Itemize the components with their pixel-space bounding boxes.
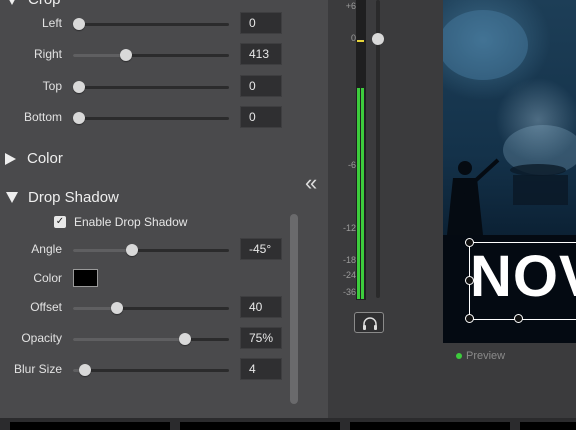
volume-slider-thumb[interactable] bbox=[372, 33, 384, 45]
section-color-title: Color bbox=[27, 150, 63, 167]
meter-scale-label: +6 bbox=[345, 1, 356, 11]
meter-scale-label: -18 bbox=[342, 255, 356, 265]
crop-top-row: Top 0 bbox=[0, 75, 328, 99]
level-meter-left-bar bbox=[357, 88, 360, 299]
crop-bottom-label: Bottom bbox=[23, 110, 62, 124]
shadow-offset-input[interactable]: 40 bbox=[240, 296, 282, 318]
preview-status: Preview bbox=[456, 350, 505, 362]
shadow-blur-row: Blur Size 4 bbox=[0, 358, 328, 382]
preview-status-label: Preview bbox=[466, 350, 506, 362]
collapse-panel-chevron-icon[interactable]: « bbox=[305, 172, 317, 194]
section-drop-shadow-header[interactable]: Drop Shadow bbox=[5, 189, 119, 206]
shadow-offset-slider[interactable] bbox=[73, 302, 229, 314]
section-drop-shadow-title: Drop Shadow bbox=[28, 189, 119, 206]
scene-thumbnail[interactable] bbox=[520, 422, 576, 430]
peak-indicator bbox=[357, 40, 364, 42]
shadow-opacity-input[interactable]: 75% bbox=[240, 327, 282, 349]
section-color-header[interactable]: Color bbox=[5, 150, 63, 167]
crop-top-slider[interactable] bbox=[73, 81, 229, 93]
crop-right-input[interactable]: 413 bbox=[240, 43, 282, 65]
shadow-color-swatch[interactable] bbox=[73, 269, 98, 287]
live-status-dot-icon bbox=[456, 353, 462, 359]
crop-left-label: Left bbox=[41, 16, 62, 30]
slider-thumb[interactable] bbox=[120, 49, 133, 61]
shadow-opacity-slider[interactable] bbox=[73, 333, 229, 345]
crop-top-label: Top bbox=[42, 79, 62, 93]
meter-scale-label: -36 bbox=[342, 287, 356, 297]
slider-thumb[interactable] bbox=[73, 18, 85, 30]
overlay-title-text[interactable]: NOV bbox=[470, 244, 576, 310]
inspector-scrollbar[interactable] bbox=[290, 214, 298, 404]
enable-drop-shadow-label[interactable]: Enable Drop Shadow bbox=[74, 215, 187, 229]
preview-canvas[interactable]: NOV bbox=[443, 0, 576, 343]
shadow-color-row: Color bbox=[0, 267, 328, 291]
crop-right-slider[interactable] bbox=[73, 49, 229, 61]
shadow-opacity-row: Opacity 75% bbox=[0, 327, 328, 351]
headphones-monitor-button[interactable] bbox=[354, 312, 384, 333]
shadow-angle-label: Angle bbox=[31, 242, 62, 256]
inspector-panel: Crop Left 0 Right 413 Top 0 Bottom 0 bbox=[0, 0, 328, 418]
section-crop-title: Crop bbox=[28, 0, 61, 8]
resize-handle[interactable] bbox=[465, 238, 474, 247]
slider-fill bbox=[73, 249, 133, 252]
resize-handle[interactable] bbox=[465, 276, 474, 285]
shadow-angle-row: Angle -45° bbox=[0, 238, 328, 262]
crop-left-input[interactable]: 0 bbox=[240, 12, 282, 34]
enable-drop-shadow-checkbox[interactable]: ✓ bbox=[54, 216, 66, 228]
scene-thumbnail[interactable] bbox=[350, 422, 510, 430]
crop-left-slider[interactable] bbox=[73, 18, 229, 30]
disclosure-triangle-closed-icon bbox=[5, 152, 16, 165]
meter-scale-label: -12 bbox=[342, 223, 356, 233]
slider-fill bbox=[73, 338, 186, 341]
disclosure-triangle-open-icon bbox=[6, 0, 18, 5]
scene-thumbnail-strip bbox=[0, 418, 576, 430]
shadow-blur-input[interactable]: 4 bbox=[240, 358, 282, 380]
shadow-opacity-label: Opacity bbox=[21, 331, 62, 345]
meter-scale-label: 0 bbox=[350, 33, 356, 43]
slider-thumb[interactable] bbox=[126, 244, 139, 256]
slider-thumb[interactable] bbox=[73, 81, 85, 93]
slider-thumb[interactable] bbox=[110, 302, 123, 314]
meter-scale-label: -24 bbox=[342, 270, 356, 280]
shadow-offset-label: Offset bbox=[30, 300, 62, 314]
meter-scale-label: -6 bbox=[347, 160, 356, 170]
crop-bottom-row: Bottom 0 bbox=[0, 106, 328, 130]
shadow-angle-input[interactable]: -45° bbox=[240, 238, 282, 260]
slider-fill bbox=[73, 54, 127, 57]
slider-thumb[interactable] bbox=[179, 333, 192, 345]
crop-left-row: Left 0 bbox=[0, 12, 328, 36]
crop-right-label: Right bbox=[33, 47, 62, 61]
section-crop-header[interactable]: Crop bbox=[5, 0, 61, 8]
slider-thumb[interactable] bbox=[79, 364, 92, 376]
shadow-color-label: Color bbox=[33, 271, 62, 285]
shadow-offset-row: Offset 40 bbox=[0, 296, 328, 320]
crop-bottom-slider[interactable] bbox=[73, 112, 229, 124]
resize-handle[interactable] bbox=[465, 314, 474, 323]
resize-handle[interactable] bbox=[514, 314, 523, 323]
slider-thumb[interactable] bbox=[73, 112, 85, 124]
checkmark-icon: ✓ bbox=[55, 216, 65, 227]
disclosure-triangle-open-icon bbox=[6, 192, 18, 203]
shadow-blur-label: Blur Size bbox=[13, 362, 62, 376]
shadow-angle-slider[interactable] bbox=[73, 244, 229, 256]
crop-right-row: Right 413 bbox=[0, 43, 328, 67]
scene-thumbnail[interactable] bbox=[10, 422, 170, 430]
level-meter-right-bar bbox=[361, 88, 364, 299]
crop-top-input[interactable]: 0 bbox=[240, 75, 282, 97]
crop-bottom-input[interactable]: 0 bbox=[240, 106, 282, 128]
audio-meter-panel: +6 0 -6 -12 -18 -24 -36 bbox=[328, 0, 443, 418]
scene-thumbnail[interactable] bbox=[180, 422, 340, 430]
shadow-blur-slider[interactable] bbox=[73, 364, 229, 376]
headphones-icon bbox=[363, 317, 377, 330]
